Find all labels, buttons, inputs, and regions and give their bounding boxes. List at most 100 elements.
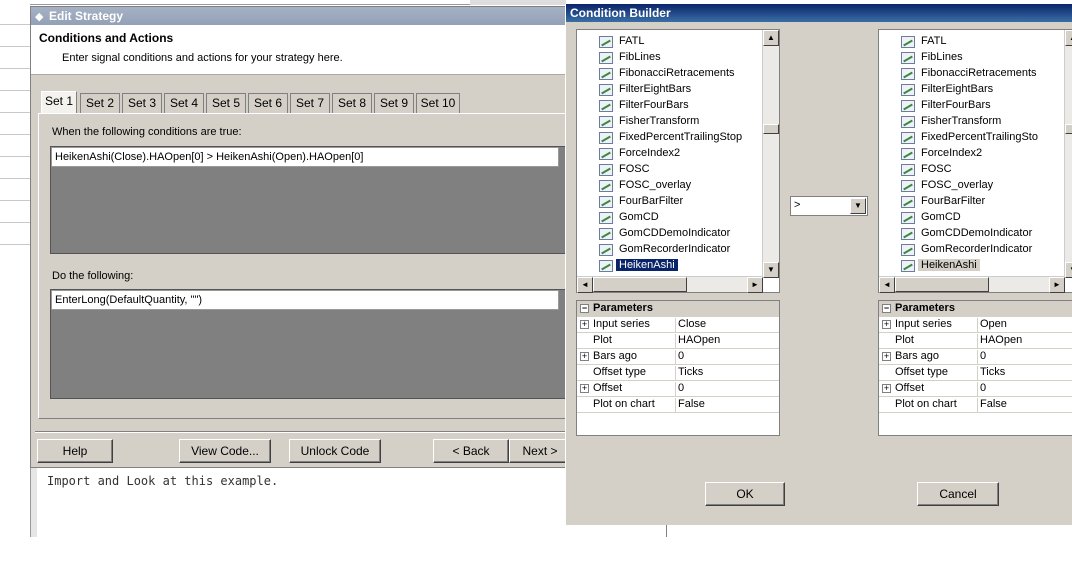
tab-set-5[interactable]: Set 5 [206, 93, 246, 113]
edit-strategy-titlebar[interactable]: ◆ Edit Strategy [31, 7, 571, 25]
indicator-list-item[interactable]: FATL [599, 34, 644, 50]
scroll-left-icon[interactable]: ◄ [577, 277, 593, 293]
indicator-list-item[interactable]: GomCDDemoIndicator [599, 226, 730, 242]
scroll-up-icon[interactable]: ▲ [1065, 30, 1072, 46]
indicator-list-item[interactable]: FourBarFilter [599, 194, 683, 210]
scroll-thumb[interactable] [763, 124, 779, 134]
expand-icon[interactable]: + [580, 384, 589, 393]
indicator-list-item[interactable]: FisherTransform [599, 114, 699, 130]
condition-builder-titlebar[interactable]: Condition Builder [566, 4, 1072, 22]
parameter-value[interactable]: False [977, 398, 1007, 413]
parameter-row[interactable]: Plot HAOpen [577, 333, 779, 349]
collapse-icon[interactable]: − [580, 304, 589, 313]
indicator-list-item[interactable]: FilterEightBars [599, 82, 691, 98]
parameter-row[interactable]: Plot HAOpen [879, 333, 1072, 349]
parameter-row[interactable]: Plot on chart False [577, 397, 779, 413]
scroll-right-icon[interactable]: ► [1049, 277, 1065, 293]
right-indicator-list[interactable]: HMAHeikenAshiGomRecorderIndicatorGomCDDe… [878, 29, 1072, 293]
parameter-value[interactable]: Ticks [675, 366, 703, 381]
indicator-list-item[interactable]: GomCDDemoIndicator [901, 226, 1032, 242]
indicator-list-item[interactable]: FilterEightBars [901, 82, 993, 98]
help-button[interactable]: Help [37, 439, 113, 463]
scroll-down-icon[interactable]: ▼ [1065, 262, 1072, 278]
tab-set-7[interactable]: Set 7 [290, 93, 330, 113]
scroll-down-icon[interactable]: ▼ [763, 262, 779, 278]
indicator-list-item[interactable]: FOSC_overlay [599, 178, 691, 194]
parameter-value[interactable]: HAOpen [675, 334, 720, 349]
tab-set-9[interactable]: Set 9 [374, 93, 414, 113]
ok-button[interactable]: OK [705, 482, 785, 506]
indicator-list-item[interactable]: HeikenAshi [599, 258, 678, 274]
tab-set-4[interactable]: Set 4 [164, 93, 204, 113]
parameters-header[interactable]: − Parameters [879, 301, 1072, 317]
parameter-value[interactable]: Ticks [977, 366, 1005, 381]
parameter-row[interactable]: Plot on chart False [879, 397, 1072, 413]
conditions-box[interactable]: HeikenAshi(Close).HAOpen[0] > HeikenAshi… [50, 146, 570, 254]
parameter-value[interactable]: 0 [977, 350, 986, 365]
tab-set-2[interactable]: Set 2 [80, 93, 120, 113]
left-list-hscrollbar[interactable]: ◄ ► [577, 276, 763, 293]
expand-icon[interactable]: + [882, 320, 891, 329]
scroll-thumb[interactable] [1065, 124, 1072, 134]
indicator-list-item[interactable]: GomCD [599, 210, 659, 226]
indicator-list-item[interactable]: FOSC_overlay [901, 178, 993, 194]
tab-set-10[interactable]: Set 10 [416, 93, 460, 113]
unlock-code-button[interactable]: Unlock Code [289, 439, 381, 463]
actions-box[interactable]: EnterLong(DefaultQuantity, "") [50, 289, 570, 399]
collapse-icon[interactable]: − [882, 304, 891, 313]
chevron-down-icon[interactable]: ▼ [850, 198, 866, 214]
parameter-value[interactable]: Close [675, 318, 706, 333]
parameter-row[interactable]: + Bars ago 0 [879, 349, 1072, 365]
parameter-value[interactable]: HAOpen [977, 334, 1022, 349]
parameter-value[interactable]: 0 [675, 350, 684, 365]
indicator-list-item[interactable]: FixedPercentTrailingSto [901, 130, 1038, 146]
next-button[interactable]: Next > [509, 439, 571, 463]
parameter-row[interactable]: + Bars ago 0 [577, 349, 779, 365]
parameter-row[interactable]: + Offset 0 [879, 381, 1072, 397]
right-list-vscrollbar[interactable]: ▲ ▼ [1064, 30, 1072, 278]
indicator-list-item[interactable]: FilterFourBars [901, 98, 991, 114]
indicator-list-item[interactable]: FOSC [901, 162, 952, 178]
operator-select[interactable]: > ▼ [790, 196, 868, 216]
scroll-right-icon[interactable]: ► [747, 277, 763, 293]
tab-set-3[interactable]: Set 3 [122, 93, 162, 113]
indicator-list-item[interactable]: FATL [901, 34, 946, 50]
expand-icon[interactable]: + [580, 352, 589, 361]
right-parameters-grid[interactable]: − Parameters + Input series Open Plot HAOpen… [878, 300, 1072, 436]
right-list-hscrollbar[interactable]: ◄ ► [879, 276, 1065, 293]
indicator-list-item[interactable]: ForceIndex2 [599, 146, 680, 162]
parameter-row[interactable]: Offset type Ticks [879, 365, 1072, 381]
expand-icon[interactable]: + [882, 352, 891, 361]
indicator-list-item[interactable]: FixedPercentTrailingStop [599, 130, 742, 146]
left-parameters-grid[interactable]: − Parameters + Input series Close Plot HAOpe… [576, 300, 780, 436]
indicator-list-item[interactable]: FisherTransform [901, 114, 1001, 130]
condition-row[interactable]: HeikenAshi(Close).HAOpen[0] > HeikenAshi… [51, 147, 559, 167]
indicator-list-item[interactable]: GomRecorderIndicator [599, 242, 730, 258]
scroll-left-icon[interactable]: ◄ [879, 277, 895, 293]
cancel-button[interactable]: Cancel [917, 482, 999, 506]
indicator-list-item[interactable]: ForceIndex2 [901, 146, 982, 162]
tab-set-1[interactable]: Set 1 [41, 91, 77, 114]
indicator-list-item[interactable]: FilterFourBars [599, 98, 689, 114]
indicator-list-item[interactable]: FibonacciRetracements [901, 66, 1037, 82]
parameter-row[interactable]: + Input series Open [879, 317, 1072, 333]
indicator-list-item[interactable]: FibLines [901, 50, 963, 66]
action-row[interactable]: EnterLong(DefaultQuantity, "") [51, 290, 559, 310]
parameter-value[interactable]: False [675, 398, 705, 413]
indicator-list-item[interactable]: FOSC [599, 162, 650, 178]
left-indicator-list[interactable]: HMAHeikenAshiGomRecorderIndicatorGomCDDe… [576, 29, 780, 293]
parameter-value[interactable]: 0 [675, 382, 684, 397]
indicator-list-item[interactable]: FourBarFilter [901, 194, 985, 210]
parameter-row[interactable]: + Offset 0 [577, 381, 779, 397]
tab-set-6[interactable]: Set 6 [248, 93, 288, 113]
indicator-list-item[interactable]: GomCD [901, 210, 961, 226]
indicator-list-item[interactable]: HeikenAshi [901, 258, 980, 274]
expand-icon[interactable]: + [580, 320, 589, 329]
parameters-header[interactable]: − Parameters [577, 301, 779, 317]
left-list-vscrollbar[interactable]: ▲ ▼ [762, 30, 779, 278]
indicator-list-item[interactable]: FibLines [599, 50, 661, 66]
view-code-button[interactable]: View Code... [179, 439, 271, 463]
scroll-thumb[interactable] [593, 277, 687, 292]
scroll-thumb[interactable] [895, 277, 989, 292]
back-button[interactable]: < Back [433, 439, 509, 463]
